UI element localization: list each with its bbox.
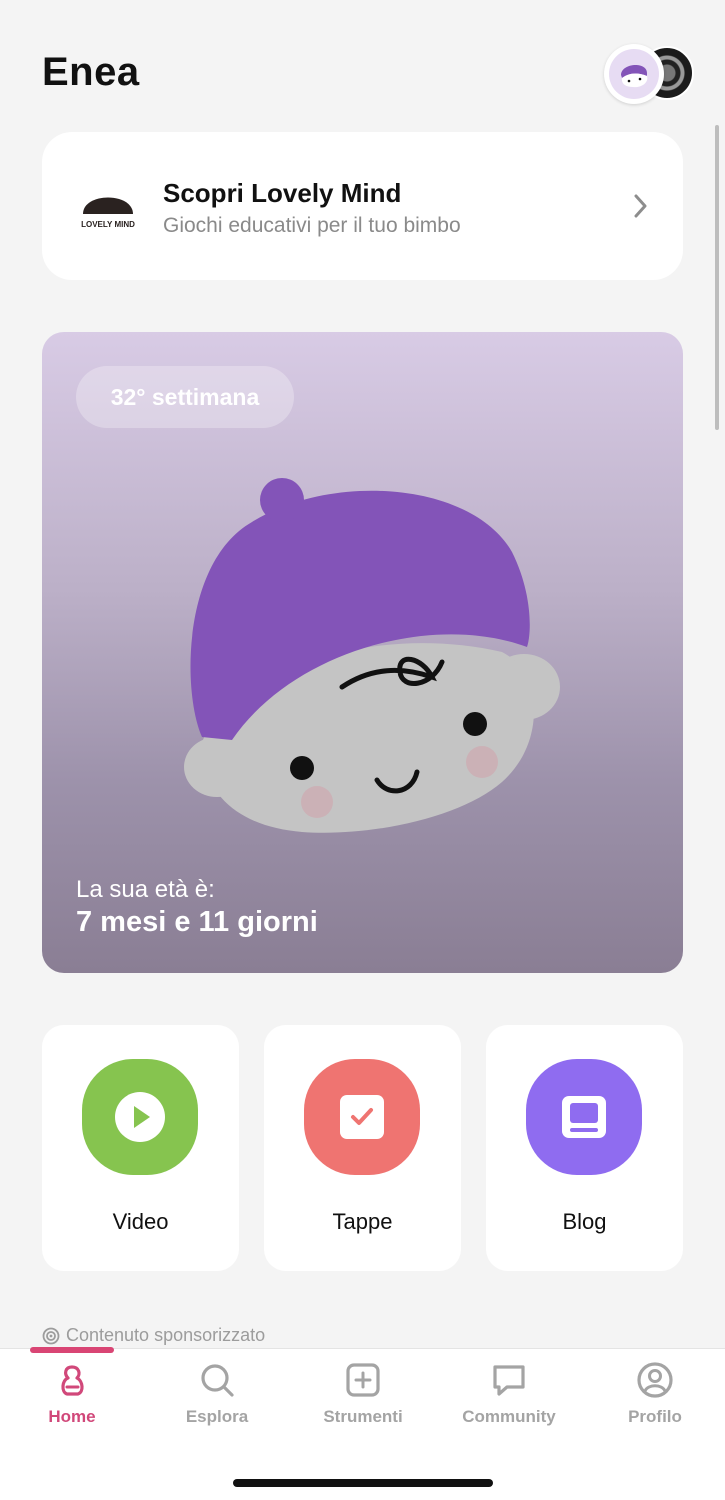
tab-profilo[interactable]: Profilo bbox=[590, 1361, 720, 1441]
book-icon bbox=[526, 1059, 642, 1175]
svg-text:LOVELY MIND: LOVELY MIND bbox=[81, 220, 135, 229]
promo-title: Scopri Lovely Mind bbox=[163, 178, 402, 208]
sponsored-text: Contenuto sponsorizzato bbox=[66, 1325, 266, 1345]
tab-home-label: Home bbox=[48, 1407, 96, 1426]
tab-community-label: Community bbox=[462, 1407, 556, 1426]
child-switcher[interactable] bbox=[604, 44, 694, 104]
baby-face-icon bbox=[621, 64, 648, 88]
lovely-mind-promo-card[interactable]: LOVELY MIND Scopri Lovely Mind Giochi ed… bbox=[42, 132, 683, 280]
blog-tile[interactable]: Blog bbox=[486, 1025, 683, 1271]
play-icon bbox=[82, 1059, 198, 1175]
tab-strumenti-label: Strumenti bbox=[323, 1407, 403, 1426]
tab-home[interactable]: Home bbox=[7, 1361, 137, 1441]
search-icon bbox=[201, 1364, 234, 1397]
promo-subtitle: Giochi educativi per il tuo bimbo bbox=[163, 214, 461, 237]
tab-esplora-label: Esplora bbox=[185, 1407, 249, 1426]
baby-avatar[interactable] bbox=[604, 44, 664, 104]
tab-profilo-label: Profilo bbox=[628, 1407, 682, 1426]
lovely-mind-logo: LOVELY MIND bbox=[81, 197, 135, 229]
tappe-tile[interactable]: Tappe bbox=[264, 1025, 461, 1271]
video-label: Video bbox=[112, 1209, 169, 1234]
video-tile[interactable]: Video bbox=[42, 1025, 239, 1271]
age-label: La sua età è: bbox=[76, 876, 215, 903]
chevron-right-icon bbox=[634, 194, 647, 218]
home-icon bbox=[61, 1365, 84, 1396]
sponsored-label: Contenuto sponsorizzato bbox=[42, 1325, 265, 1346]
blog-label: Blog bbox=[562, 1209, 607, 1234]
age-value: 7 mesi e 11 giorni bbox=[76, 906, 318, 938]
week-badge: 32° settimana bbox=[76, 366, 294, 428]
profile-icon bbox=[637, 1362, 673, 1398]
tab-esplora[interactable]: Esplora bbox=[152, 1361, 282, 1441]
chat-icon bbox=[493, 1365, 525, 1396]
active-tab-indicator bbox=[30, 1347, 114, 1353]
page-title: Enea bbox=[42, 50, 140, 94]
target-icon bbox=[42, 1327, 60, 1344]
quick-actions: Video Tappe Blog bbox=[42, 1025, 683, 1271]
tappe-label: Tappe bbox=[332, 1209, 393, 1234]
tab-community[interactable]: Community bbox=[444, 1361, 574, 1441]
bottom-navigation: Home Esplora Strumenti Community Profilo bbox=[0, 1347, 725, 1500]
baby-illustration bbox=[184, 478, 560, 833]
home-indicator bbox=[233, 1479, 493, 1487]
plus-box-icon bbox=[346, 1363, 380, 1397]
checklist-icon bbox=[304, 1059, 420, 1175]
baby-age-card[interactable]: 32° settimana La sua età è: 7 mesi e 11 … bbox=[42, 332, 683, 973]
scrollbar[interactable] bbox=[715, 125, 719, 430]
tab-strumenti[interactable]: Strumenti bbox=[298, 1361, 428, 1441]
